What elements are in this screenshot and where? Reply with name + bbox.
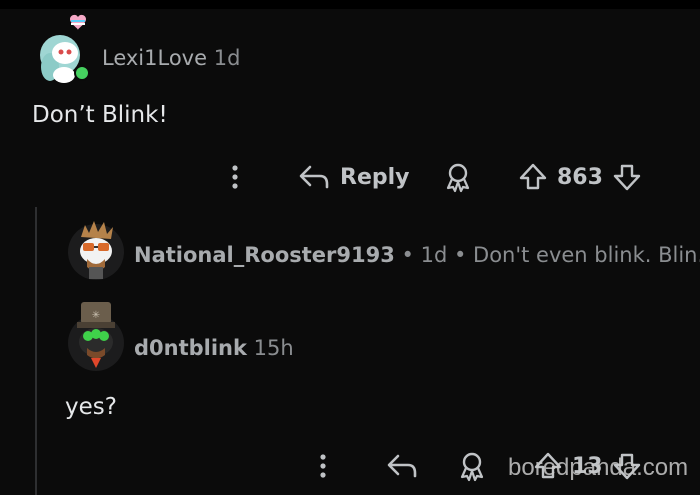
comment-preview: • 1d • Don't even blink. Blin... <box>401 243 700 267</box>
collapsed-comment-header[interactable]: National_Rooster9193 • 1d • Don't even b… <box>134 243 700 267</box>
avatar-national-rooster[interactable] <box>67 207 125 281</box>
status-bar <box>0 0 700 9</box>
avatar-lexi1love[interactable] <box>34 11 92 87</box>
more-icon <box>320 454 326 478</box>
reply-button[interactable] <box>384 447 420 485</box>
comment-age: 1d <box>213 46 241 70</box>
comment-body: Don’t Blink! <box>32 102 168 128</box>
thread-line[interactable] <box>35 207 37 495</box>
award-button[interactable] <box>454 447 490 485</box>
reply-button[interactable]: Reply <box>298 158 410 196</box>
award-button[interactable] <box>440 158 476 196</box>
more-icon <box>232 165 238 189</box>
comment-body: yes? <box>65 394 117 420</box>
more-options-button[interactable] <box>220 159 250 195</box>
comment-author[interactable]: Lexi1Love 1d <box>102 46 240 70</box>
award-icon <box>460 452 484 482</box>
comment-author[interactable]: d0ntblink 15h <box>134 336 294 360</box>
online-status-dot <box>76 67 88 79</box>
reply-icon <box>387 454 417 478</box>
reply-icon <box>299 165 329 189</box>
award-icon <box>446 163 470 193</box>
reply-label: Reply <box>340 164 410 190</box>
upvote-icon[interactable] <box>517 161 549 193</box>
svg-text:✳: ✳ <box>92 310 100 321</box>
comment-age: 15h <box>253 336 294 360</box>
username[interactable]: National_Rooster9193 <box>134 243 395 267</box>
watermark: boredpanda.com <box>508 454 689 481</box>
username[interactable]: Lexi1Love <box>102 46 207 70</box>
downvote-icon[interactable] <box>611 161 643 193</box>
avatar-d0ntblink[interactable]: ✳ <box>67 298 125 372</box>
more-options-button[interactable] <box>308 448 338 484</box>
vote-count: 863 <box>557 164 603 190</box>
username[interactable]: d0ntblink <box>134 336 247 360</box>
vote-controls: 863 <box>517 158 643 196</box>
